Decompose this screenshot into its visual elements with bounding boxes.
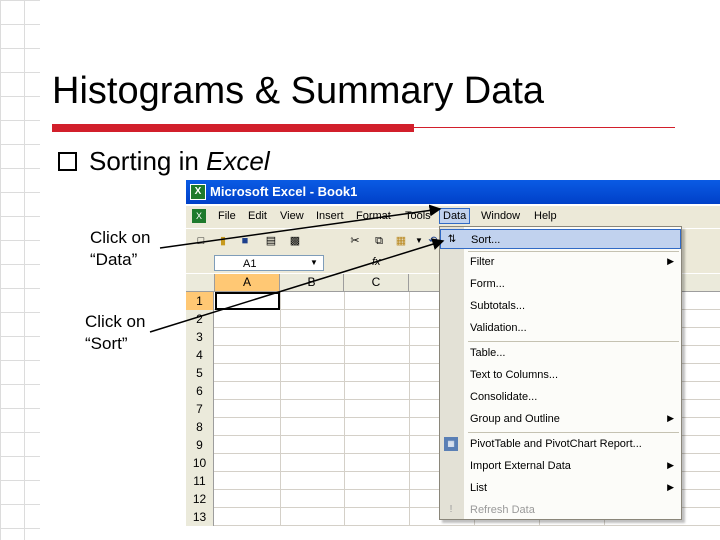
paste-icon[interactable]: ▦ — [394, 234, 408, 248]
menu-item-table[interactable]: Table... — [440, 343, 681, 363]
undo-icon[interactable]: ↶ — [426, 234, 440, 248]
menu-item-group-outline[interactable]: Group and Outline ▶ — [440, 409, 681, 429]
menu-separator — [468, 341, 679, 342]
menu-item-refresh-data[interactable]: ! Refresh Data — [440, 500, 681, 520]
submenu-arrow-icon: ▶ — [667, 482, 674, 492]
title-underline-bar — [52, 124, 414, 132]
new-icon[interactable]: □ — [194, 234, 208, 248]
sort-icon: ⇅ — [447, 234, 457, 245]
column-gridline — [280, 292, 281, 526]
note-line: Click on — [90, 228, 151, 247]
menu-item-label: Form... — [470, 278, 505, 290]
menu-item-label: Filter — [470, 256, 495, 268]
row-header[interactable]: 12 — [186, 490, 214, 508]
row-header[interactable]: 7 — [186, 400, 214, 418]
row-header[interactable]: 10 — [186, 454, 214, 472]
menu-item-text-to-columns[interactable]: Text to Columns... — [440, 365, 681, 385]
menu-data[interactable]: Data — [439, 208, 471, 224]
row-header[interactable]: 5 — [186, 364, 214, 382]
column-header-c[interactable]: C — [344, 274, 409, 291]
open-icon[interactable]: ▮ — [216, 234, 230, 248]
save-icon[interactable]: ■ — [238, 234, 252, 248]
print-icon[interactable]: ▩ — [288, 234, 302, 248]
workbook-icon[interactable]: X — [192, 209, 206, 223]
column-header-a[interactable]: A — [215, 274, 280, 291]
title-underline-line — [414, 127, 675, 128]
data-menu-dropdown: ⇅ Sort... Filter ▶ Form... Subtotals... … — [439, 226, 682, 520]
cut-icon[interactable]: ✂ — [348, 234, 362, 248]
menu-tools[interactable]: Tools — [405, 210, 431, 222]
chevron-down-icon[interactable]: ▼ — [310, 258, 318, 267]
fx-icon[interactable]: fx — [372, 256, 381, 268]
menu-item-label: Subtotals... — [470, 300, 526, 312]
menu-item-subtotals[interactable]: Subtotals... — [440, 296, 681, 316]
row-header[interactable]: 11 — [186, 472, 214, 490]
menu-bar: X File Edit View Insert Format Tools Dat… — [186, 206, 720, 228]
bullet-label: Sorting in — [89, 146, 207, 176]
menu-item-label: Table... — [470, 347, 506, 359]
name-box[interactable]: A1 — [214, 255, 324, 271]
window-titlebar: X Microsoft Excel - Book1 — [186, 180, 720, 204]
menu-item-list[interactable]: List ▶ — [440, 478, 681, 498]
excel-logo-icon: X — [190, 184, 206, 200]
bullet-square-icon — [58, 151, 77, 171]
note-line: Click on — [85, 312, 146, 331]
menu-item-consolidate[interactable]: Consolidate... — [440, 387, 681, 407]
row-header[interactable]: 4 — [186, 346, 214, 364]
menu-item-label: Consolidate... — [470, 391, 538, 403]
row-header[interactable]: 6 — [186, 382, 214, 400]
menu-item-import-external-data[interactable]: Import External Data ▶ — [440, 456, 681, 476]
menu-item-sort[interactable]: ⇅ Sort... — [440, 229, 681, 249]
column-header-b[interactable]: B — [280, 274, 344, 291]
row-header[interactable]: 1 — [186, 292, 214, 310]
menu-item-form[interactable]: Form... — [440, 274, 681, 294]
copy-icon[interactable]: ⧉ — [372, 234, 386, 248]
window-title: Microsoft Excel - Book1 — [210, 184, 358, 199]
slide-title: Histograms & Summary Data — [52, 70, 545, 112]
bullet-emphasis: Excel — [206, 146, 270, 176]
bullet-text: Sorting in Excel — [89, 146, 270, 176]
permission-icon[interactable]: ▤ — [264, 234, 278, 248]
menu-view[interactable]: View — [280, 210, 304, 222]
menu-format[interactable]: Format — [356, 210, 391, 222]
row-header[interactable]: 13 — [186, 508, 214, 526]
menu-item-label: Refresh Data — [470, 504, 535, 516]
menu-item-label: List — [470, 482, 488, 494]
column-gridline — [344, 292, 345, 526]
menu-window[interactable]: Window — [481, 210, 520, 222]
menu-item-label: Validation... — [470, 322, 527, 334]
menu-item-label: Sort... — [471, 234, 501, 246]
menu-separator — [468, 432, 679, 433]
pivot-icon: ▦ — [444, 437, 458, 451]
note-line: “Data” — [90, 250, 138, 269]
menu-item-validation[interactable]: Validation... — [440, 318, 681, 338]
submenu-arrow-icon: ▶ — [667, 256, 674, 266]
submenu-arrow-icon: ▶ — [667, 413, 674, 423]
menu-item-label: PivotTable and PivotChart Report... — [470, 438, 642, 450]
note-line: “Sort” — [85, 334, 128, 353]
menu-help[interactable]: Help — [534, 210, 557, 222]
submenu-arrow-icon: ▶ — [667, 460, 674, 470]
row-header[interactable]: 3 — [186, 328, 214, 346]
active-cell-a1[interactable] — [215, 292, 280, 310]
chevron-down-icon[interactable]: ▼ — [412, 234, 426, 248]
row-header[interactable]: 2 — [186, 310, 214, 328]
column-gridline — [409, 292, 410, 526]
menu-file[interactable]: File — [218, 210, 236, 222]
menu-item-label: Text to Columns... — [470, 369, 559, 381]
refresh-icon: ! — [449, 504, 453, 515]
menu-item-label: Import External Data — [470, 460, 571, 472]
note-click-data: Click on “Data” — [90, 227, 150, 271]
row-header[interactable]: 9 — [186, 436, 214, 454]
menu-item-label: Group and Outline — [470, 413, 560, 425]
row-header[interactable]: 8 — [186, 418, 214, 436]
select-all-corner[interactable] — [186, 274, 215, 291]
excel-screenshot: X Microsoft Excel - Book1 X File Edit Vi… — [186, 180, 720, 526]
menu-item-filter[interactable]: Filter ▶ — [440, 252, 681, 272]
menu-insert[interactable]: Insert — [316, 210, 344, 222]
note-click-sort: Click on “Sort” — [85, 311, 145, 355]
bullet-sorting: Sorting in Excel — [58, 146, 270, 177]
menu-edit[interactable]: Edit — [248, 210, 267, 222]
menu-item-pivottable[interactable]: ▦ PivotTable and PivotChart Report... — [440, 434, 681, 454]
